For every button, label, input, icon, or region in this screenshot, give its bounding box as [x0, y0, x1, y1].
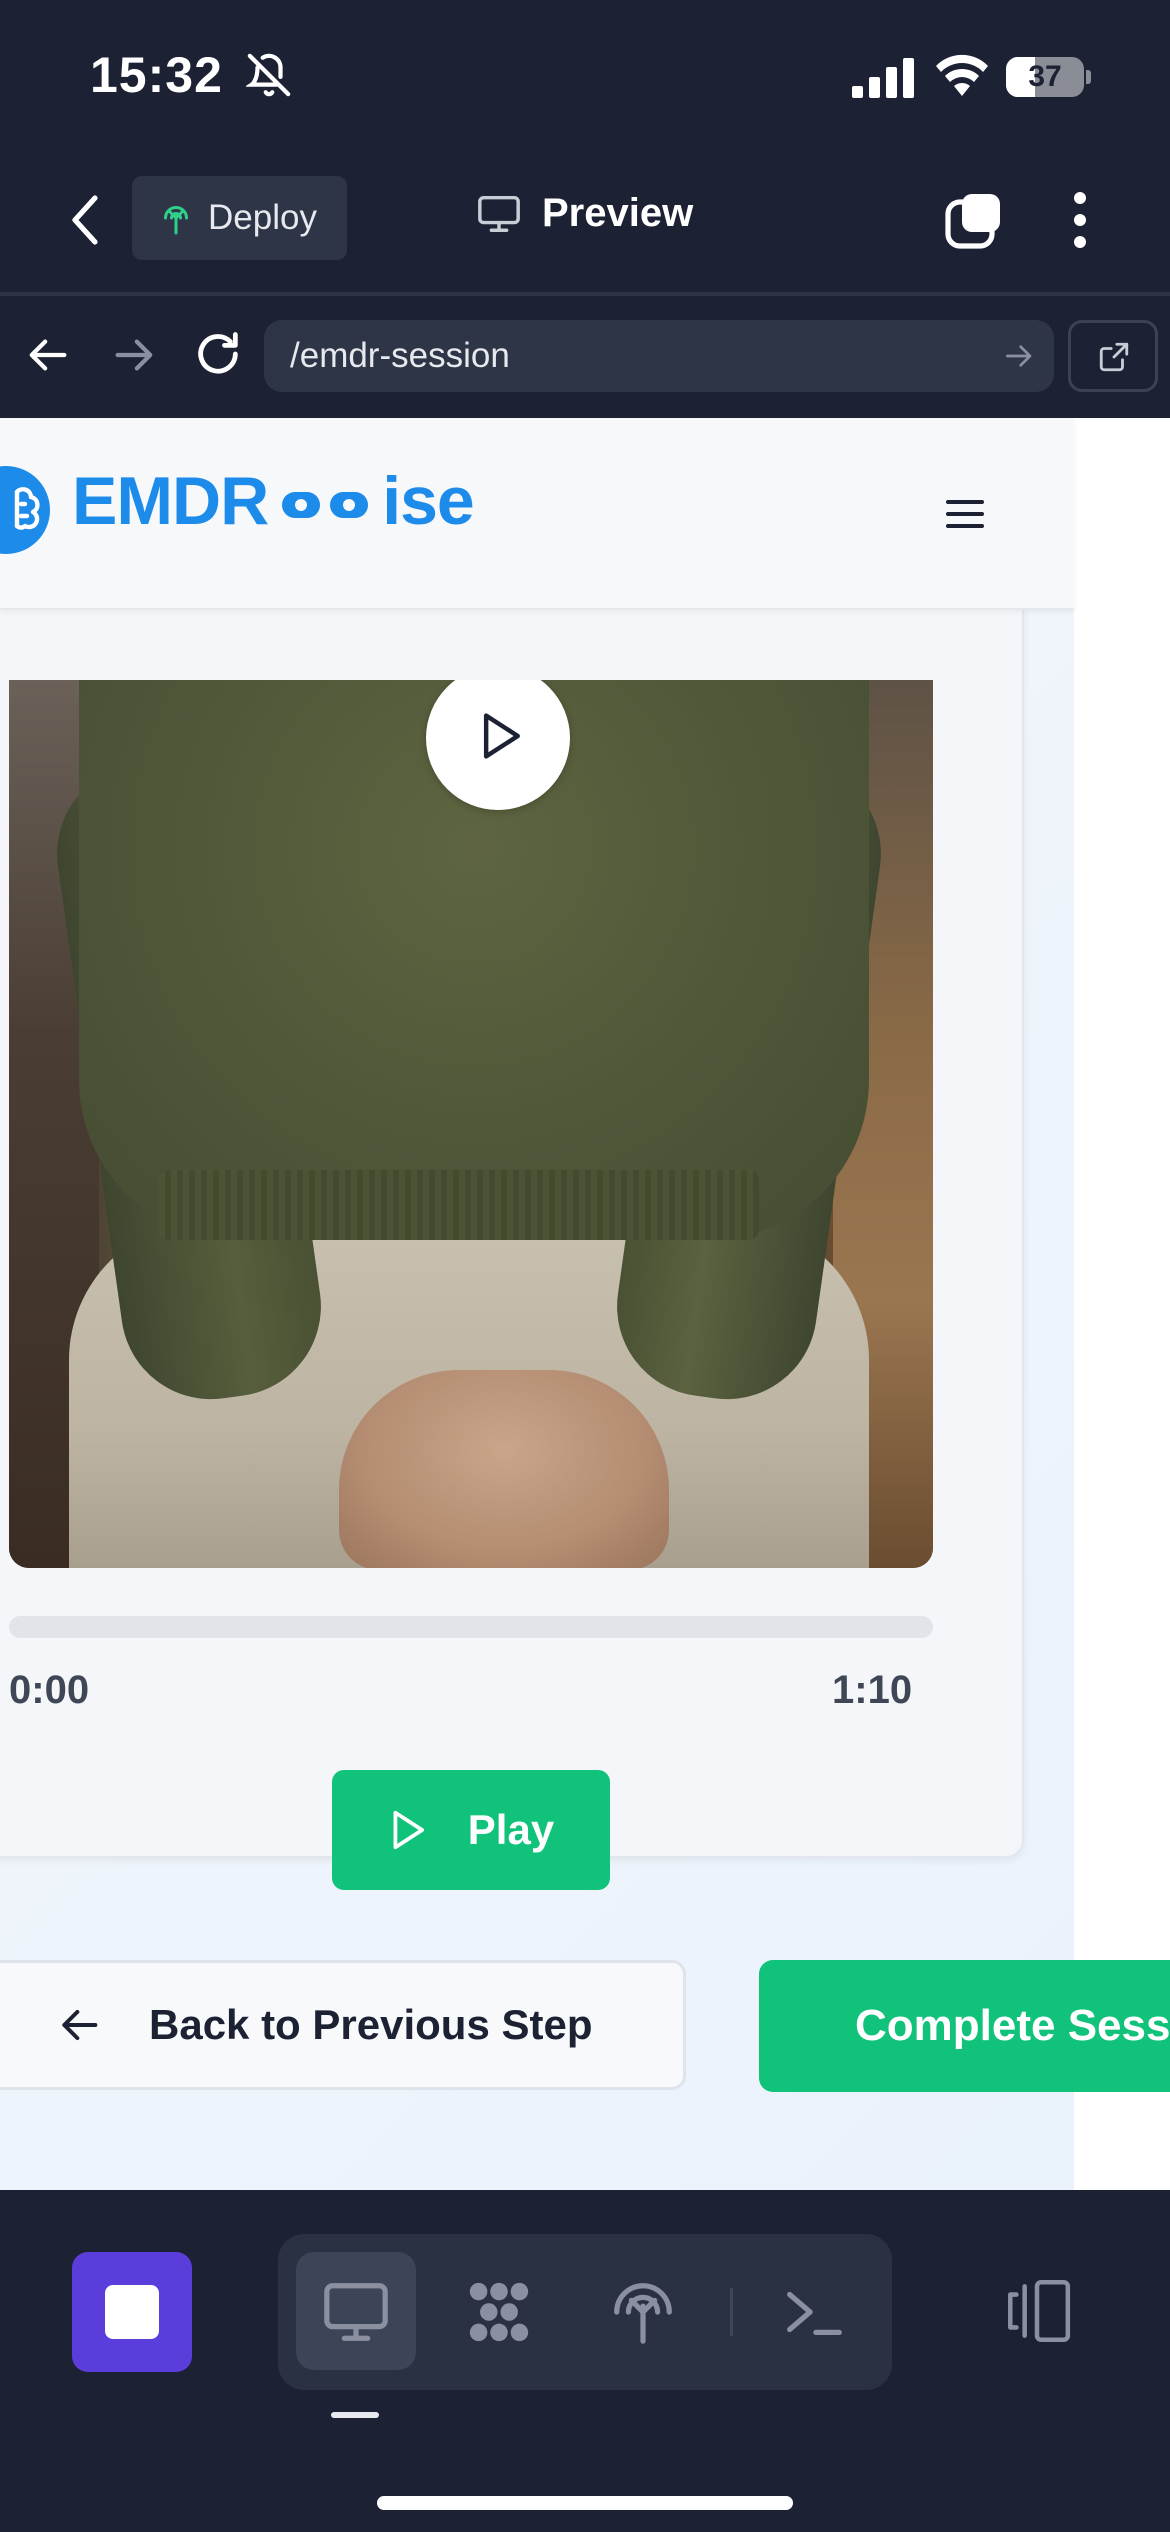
device-layout-icon[interactable]	[1000, 2278, 1074, 2344]
home-indicator[interactable]	[377, 2496, 793, 2510]
battery-icon: 37	[1006, 57, 1091, 97]
nodes-icon[interactable]	[464, 2277, 534, 2347]
tool-group	[278, 2234, 892, 2390]
preview-label: Preview	[542, 190, 694, 235]
preview-icon[interactable]	[321, 2277, 391, 2347]
terminal-icon[interactable]	[778, 2277, 848, 2347]
arrow-left-icon	[62, 2009, 98, 2041]
play-button[interactable]: Play	[332, 1770, 610, 1890]
external-link-icon	[1099, 342, 1129, 372]
status-time: 15:32	[90, 47, 223, 103]
tabs-icon[interactable]	[944, 190, 1004, 250]
deploy-label: Deploy	[208, 198, 317, 237]
complete-session-label: Complete Session	[855, 2001, 1170, 2050]
total-time: 1:10	[832, 1668, 913, 1712]
reload-icon[interactable]	[192, 328, 244, 380]
deploy-button[interactable]: Deploy	[132, 176, 347, 260]
complete-session-button[interactable]: Complete Session	[759, 1960, 1170, 2092]
deploy-icon	[164, 206, 188, 235]
more-vertical-icon[interactable]	[1056, 188, 1104, 252]
url-text: /emdr-session	[290, 336, 510, 375]
preview-title: Preview	[476, 190, 693, 236]
play-icon	[393, 1810, 424, 1850]
logo-text-left: EMDR	[72, 463, 269, 539]
battery-percent: 37	[1028, 60, 1062, 93]
status-bar: 15:32 37	[0, 0, 1170, 150]
web-viewport: 0:00 1:10 Play EMDR ise Back to Previous…	[0, 418, 1170, 2190]
menu-icon[interactable]	[946, 498, 984, 530]
go-arrow-icon[interactable]	[1002, 340, 1034, 372]
logo-text-right: ise	[382, 463, 475, 539]
browser-bar: /emdr-session	[0, 296, 1170, 418]
session-video[interactable]	[9, 680, 933, 1568]
arrow-left-icon[interactable]	[26, 332, 72, 378]
bell-muted-icon	[246, 53, 291, 97]
back-step-label: Back to Previous Step	[149, 2001, 593, 2048]
session-card: 0:00 1:10 Play	[0, 518, 1024, 1890]
open-external-button[interactable]	[1068, 320, 1158, 392]
back-chevron-icon[interactable]	[62, 192, 112, 248]
arrow-right-icon[interactable]	[110, 332, 156, 378]
site-logo[interactable]: EMDR ise	[72, 462, 475, 540]
eyes-logo-icon	[282, 492, 369, 518]
brain-logo-icon[interactable]	[0, 466, 50, 554]
site-header: EMDR ise	[0, 418, 1074, 610]
monitor-icon	[478, 195, 520, 232]
progress-bar[interactable]	[9, 1616, 933, 1638]
play-icon	[483, 713, 520, 759]
active-tab-indicator	[331, 2412, 379, 2418]
back-to-previous-step-button[interactable]: Back to Previous Step	[0, 1960, 686, 2090]
stop-button[interactable]	[72, 2252, 192, 2372]
deploy-icon[interactable]	[608, 2277, 678, 2347]
wifi-icon	[936, 54, 988, 96]
url-bar[interactable]: /emdr-session	[264, 320, 1054, 392]
current-time: 0:00	[9, 1668, 90, 1712]
play-label: Play	[467, 1806, 555, 1853]
bottom-toolbar	[0, 2190, 1170, 2532]
tool-separator	[730, 2288, 733, 2336]
cell-signal-icon	[852, 58, 914, 98]
app-bar: Deploy Preview	[0, 150, 1170, 292]
